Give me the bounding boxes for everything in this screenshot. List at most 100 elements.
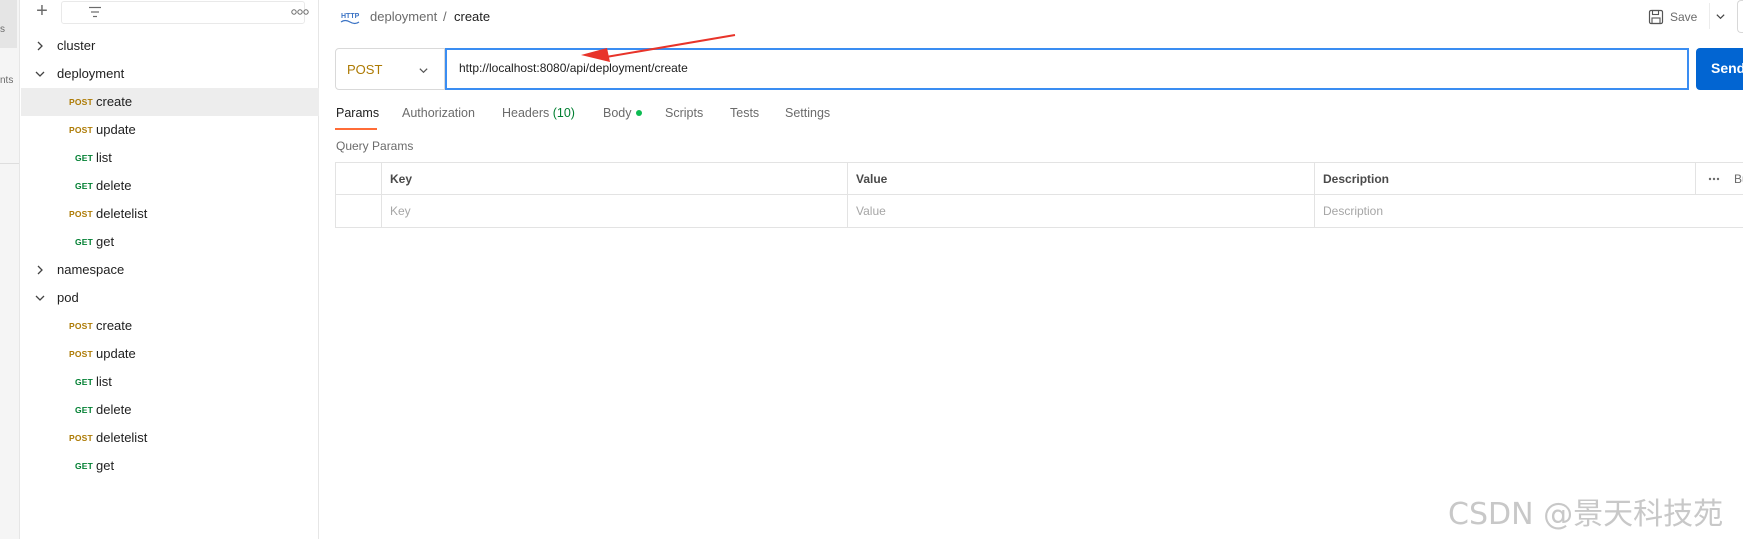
left-rail: s nts (0, 0, 20, 539)
tab-scripts[interactable]: Scripts (665, 106, 703, 120)
more-options-icon[interactable] (1708, 176, 1720, 182)
tab-body[interactable]: Body (603, 106, 642, 120)
table-header-row (336, 163, 1743, 195)
request-label: get (96, 458, 115, 473)
rail-label-environments[interactable]: nts (0, 75, 13, 86)
breadcrumb-separator: / (443, 9, 447, 24)
sidebar-item-pod-create[interactable]: POST create (21, 312, 319, 340)
request-label: create (96, 94, 133, 109)
request-label: create (96, 318, 133, 333)
headers-count: (10) (552, 106, 575, 120)
tab-params[interactable]: Params (336, 106, 379, 120)
method-select[interactable]: POST (335, 48, 445, 90)
request-label: deletelist (96, 430, 148, 445)
method-badge: GET (75, 377, 94, 387)
send-button[interactable]: Send (1696, 48, 1743, 90)
column-divider (1695, 163, 1696, 194)
sidebar-item-pod-list[interactable]: GET list (21, 368, 319, 396)
method-badge: POST (69, 97, 93, 107)
sidebar-item-deployment-list[interactable]: GET list (21, 144, 319, 172)
sidebar-search-input[interactable] (61, 1, 305, 24)
share-button[interactable] (1737, 0, 1743, 33)
chevron-down-icon (1716, 14, 1725, 20)
request-label: delete (96, 178, 132, 193)
sidebar-item-deployment-get[interactable]: GET get (21, 228, 319, 256)
folder-label: cluster (57, 38, 96, 53)
url-input[interactable] (459, 61, 1659, 75)
sidebar-item-deployment-delete[interactable]: GET delete (21, 172, 319, 200)
http-request-icon: HTTP (340, 13, 360, 25)
key-input[interactable]: Key (390, 204, 411, 218)
tab-tests[interactable]: Tests (730, 106, 759, 120)
query-params-title: Query Params (336, 139, 414, 153)
tab-headers-label: Headers (502, 106, 550, 120)
sidebar: + cluster deployment POST create POST up… (21, 0, 319, 539)
method-badge: POST (69, 349, 93, 359)
method-badge: GET (75, 461, 94, 471)
sidebar-item-pod-update[interactable]: POST update (21, 340, 319, 368)
chevron-right-icon[interactable] (34, 264, 46, 276)
sidebar-item-namespace[interactable]: namespace (21, 256, 319, 284)
description-input[interactable]: Description (1323, 204, 1383, 218)
method-badge: POST (69, 209, 93, 219)
save-options-button[interactable] (1709, 3, 1731, 29)
sidebar-toolbar: + (21, 0, 319, 28)
save-button[interactable]: Save (1670, 10, 1697, 24)
column-header-description: Description (1323, 172, 1390, 186)
active-tab-indicator (335, 128, 377, 130)
column-divider (847, 163, 848, 228)
breadcrumb-current[interactable]: create (454, 9, 490, 24)
bulk-edit-button[interactable]: Bu (1734, 172, 1743, 186)
breadcrumb-parent[interactable]: deployment (370, 9, 437, 24)
request-editor: HTTP deployment / create Save POST Send … (320, 0, 1743, 539)
rail-divider (0, 163, 19, 164)
chevron-down-icon[interactable] (34, 292, 46, 304)
sidebar-item-pod[interactable]: pod (21, 284, 319, 312)
folder-label: pod (57, 290, 79, 305)
watermark: CSDN @景天科技苑 (1448, 497, 1724, 532)
rail-label-collections[interactable]: s (0, 24, 5, 35)
url-bar[interactable] (445, 48, 1689, 90)
method-badge: POST (69, 321, 93, 331)
method-badge: GET (75, 181, 94, 191)
request-label: deletelist (96, 206, 148, 221)
folder-label: deployment (57, 66, 125, 81)
sidebar-item-deployment-update[interactable]: POST update (21, 116, 319, 144)
sidebar-item-deployment-create[interactable]: POST create (21, 88, 319, 116)
method-badge: GET (75, 153, 94, 163)
tab-authorization[interactable]: Authorization (402, 106, 475, 120)
save-icon[interactable] (1648, 9, 1664, 25)
method-badge: GET (75, 405, 94, 415)
chevron-right-icon[interactable] (34, 40, 46, 52)
value-input[interactable]: Value (856, 204, 886, 218)
method-select-value: POST (347, 62, 383, 77)
tab-settings[interactable]: Settings (785, 106, 830, 120)
more-options-icon[interactable] (289, 5, 311, 19)
column-divider (381, 163, 382, 228)
sidebar-item-pod-get[interactable]: GET get (21, 452, 319, 480)
method-badge: POST (69, 125, 93, 135)
request-label: update (96, 346, 136, 361)
sidebar-item-deployment[interactable]: deployment (21, 60, 319, 88)
request-label: list (96, 374, 112, 389)
sidebar-item-cluster[interactable]: cluster (21, 32, 319, 60)
request-label: get (96, 234, 115, 249)
request-label: delete (96, 402, 132, 417)
svg-text:HTTP: HTTP (341, 13, 360, 20)
sidebar-item-pod-deletelist[interactable]: POST deletelist (21, 424, 319, 452)
method-badge: POST (69, 433, 93, 443)
request-tabs: Params Authorization Headers (10) Body S… (335, 100, 1735, 130)
folder-label: namespace (57, 262, 125, 277)
tab-headers[interactable]: Headers (10) (502, 106, 575, 120)
method-badge: GET (75, 237, 94, 247)
filter-icon (89, 6, 101, 18)
plus-icon[interactable]: + (31, 1, 53, 23)
sidebar-item-deployment-deletelist[interactable]: POST deletelist (21, 200, 319, 228)
request-label: list (96, 150, 112, 165)
column-divider (1314, 163, 1315, 228)
column-header-value: Value (856, 172, 888, 186)
query-params-table: Key Value Description Bu Key Value Descr… (335, 162, 1743, 228)
request-label: update (96, 122, 136, 137)
chevron-down-icon[interactable] (34, 68, 46, 80)
sidebar-item-pod-delete[interactable]: GET delete (21, 396, 319, 424)
